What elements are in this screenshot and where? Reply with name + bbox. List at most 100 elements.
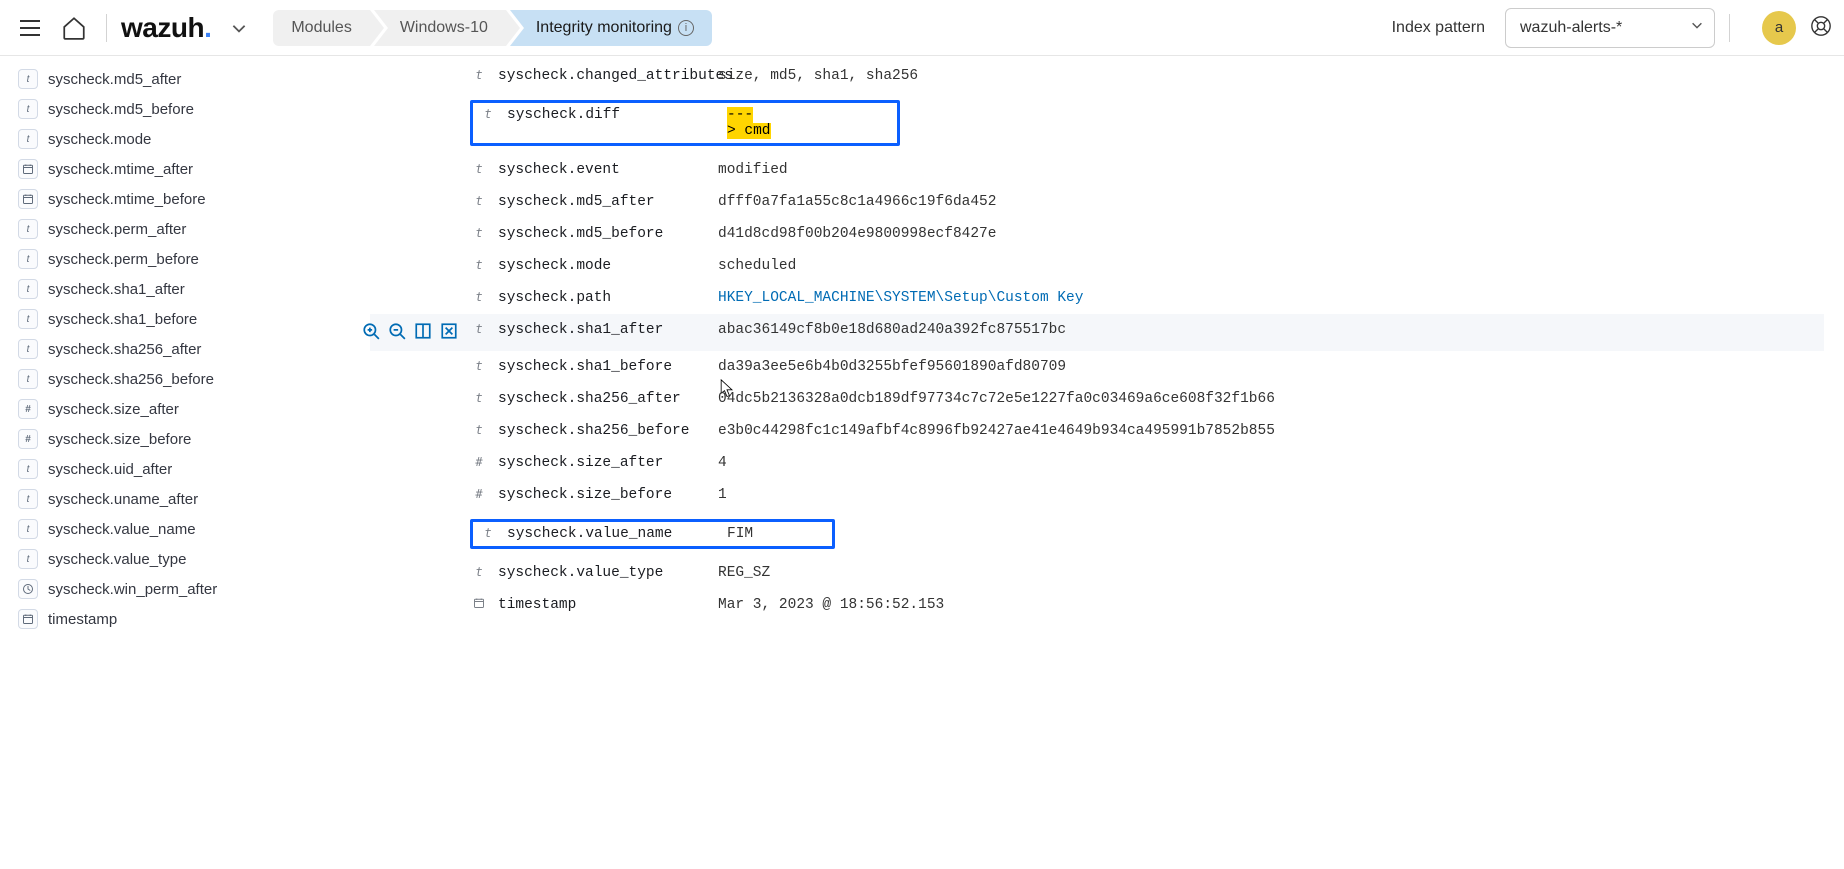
text-field-icon: t — [18, 99, 38, 119]
field-value: d41d8cd98f00b204e9800998ecf8427e — [718, 226, 996, 242]
sidebar-field-syscheck-md5-before[interactable]: t syscheck.md5_before — [14, 94, 350, 124]
text-field-icon: t — [18, 339, 38, 359]
doc-row-syscheck-value-name: tsyscheck.value_nameFIM — [370, 511, 1824, 557]
breadcrumb-agent[interactable]: Windows-10 — [374, 10, 506, 46]
field-key: syscheck.md5_before — [498, 226, 718, 242]
sidebar-field-syscheck-perm-after[interactable]: tsyscheck.perm_after — [14, 214, 350, 244]
sidebar-field-syscheck-size-after[interactable]: #syscheck.size_after — [14, 394, 350, 424]
field-value: abac36149cf8b0e18d680ad240a392fc875517bc — [718, 322, 1066, 338]
sidebar-field-syscheck-mode[interactable]: tsyscheck.mode — [14, 124, 350, 154]
field-label: syscheck.value_type — [48, 551, 186, 568]
text-type-icon: t — [470, 423, 488, 437]
text-type-icon: t — [470, 258, 488, 272]
divider — [1729, 14, 1730, 42]
doc-row-syscheck-size-after: #syscheck.size_after4 — [370, 447, 1824, 479]
text-type-icon: t — [470, 290, 488, 304]
text-field-icon: t — [18, 309, 38, 329]
sidebar-field-syscheck-sha1-before[interactable]: tsyscheck.sha1_before — [14, 304, 350, 334]
text-type-icon: t — [470, 322, 488, 336]
info-icon[interactable]: i — [678, 20, 694, 36]
sidebar-field-syscheck-perm-before[interactable]: tsyscheck.perm_before — [14, 244, 350, 274]
field-value: modified — [718, 162, 788, 178]
field-label: syscheck.sha1_after — [48, 281, 185, 298]
index-pattern-label: Index pattern — [1392, 19, 1485, 37]
field-label: syscheck.mtime_before — [48, 191, 206, 208]
field-label: syscheck.mode — [48, 131, 151, 148]
field-label: syscheck.sha256_before — [48, 371, 214, 388]
number-type-icon: # — [470, 487, 488, 501]
sidebar-field-syscheck-uid-after[interactable]: tsyscheck.uid_after — [14, 454, 350, 484]
text-type-icon: t — [470, 391, 488, 405]
doc-row-syscheck-sha256-after: tsyscheck.sha256_after04dc5b2136328a0dcb… — [370, 383, 1824, 415]
field-key: syscheck.value_name — [507, 526, 727, 542]
date-field-icon — [18, 189, 38, 209]
field-key: syscheck.event — [498, 162, 718, 178]
home-button[interactable] — [56, 10, 92, 46]
filter-exists-button[interactable] — [440, 322, 458, 343]
doc-row-syscheck-sha256-before: tsyscheck.sha256_beforee3b0c44298fc1c149… — [370, 415, 1824, 447]
sidebar-field-syscheck-value-name[interactable]: t syscheck.value_name — [14, 514, 350, 544]
sidebar-field-syscheck-mtime-before[interactable]: syscheck.mtime_before — [14, 184, 350, 214]
doc-row-syscheck-path: tsyscheck.pathHKEY_LOCAL_MACHINE\SYSTEM\… — [370, 282, 1824, 314]
field-label: syscheck.uid_after — [48, 461, 172, 478]
filter-out-value-button[interactable] — [388, 322, 406, 343]
doc-row-syscheck-md5-before: tsyscheck.md5_befored41d8cd98f00b204e980… — [370, 218, 1824, 250]
avatar[interactable]: a — [1762, 11, 1796, 45]
app-switcher-button[interactable] — [225, 14, 253, 42]
breadcrumb-label: Modules — [291, 19, 351, 37]
field-key: timestamp — [498, 597, 718, 613]
field-label: syscheck.size_after — [48, 401, 179, 418]
logo-dot: . — [204, 12, 211, 43]
sidebar-field-syscheck-size-before[interactable]: # syscheck.size_before — [14, 424, 350, 454]
hamburger-icon — [20, 20, 40, 36]
text-field-icon: t — [18, 249, 38, 269]
field-label: syscheck.value_name — [48, 521, 196, 538]
field-value: da39a3ee5e6b4b0d3255bfef95601890afd80709 — [718, 359, 1066, 375]
breadcrumb-integrity-monitoring[interactable]: Integrity monitoring i — [510, 10, 712, 46]
breadcrumb-modules[interactable]: Modules — [273, 10, 369, 46]
field-value: REG_SZ — [718, 565, 770, 581]
field-value: Mar 3, 2023 @ 18:56:52.153 — [718, 597, 944, 613]
text-type-icon: t — [470, 565, 488, 579]
sidebar-field-timestamp[interactable]: timestamp — [14, 604, 350, 634]
field-value[interactable]: HKEY_LOCAL_MACHINE\SYSTEM\Setup\Custom K… — [718, 290, 1083, 306]
number-field-icon: # — [18, 429, 38, 449]
hamburger-menu-button[interactable] — [12, 10, 48, 46]
sidebar-field-syscheck-md5-after[interactable]: tsyscheck.md5_after — [14, 64, 350, 94]
toggle-column-button[interactable] — [414, 322, 432, 343]
highlighted-field: tsyscheck.diff--- > cmd — [470, 100, 900, 146]
doc-row-syscheck-changed-attributes: tsyscheck.changed_attributessize, md5, s… — [370, 60, 1824, 92]
index-pattern-select[interactable]: wazuh-alerts-* — [1505, 8, 1715, 48]
filter-for-value-button[interactable] — [362, 322, 380, 343]
sidebar-field-syscheck-win-perm-after[interactable]: syscheck.win_perm_after — [14, 574, 350, 604]
field-value: dfff0a7fa1a55c8c1a4966c19f6da452 — [718, 194, 996, 210]
field-value: 04dc5b2136328a0dcb189df97734c7c72e5e1227… — [718, 391, 1275, 407]
clock-field-icon — [18, 579, 38, 599]
field-key: syscheck.size_after — [498, 455, 718, 471]
fields-sidebar: tsyscheck.md5_aftertsyscheck.md5_beforet… — [0, 56, 350, 661]
main: tsyscheck.md5_aftertsyscheck.md5_beforet… — [0, 56, 1844, 661]
doc-row-syscheck-event: tsyscheck.eventmodified — [370, 154, 1824, 186]
text-field-icon: t — [18, 519, 38, 539]
doc-row-syscheck-sha1-before: t syscheck.sha1_beforeda39a3ee5e6b4b0d325… — [370, 351, 1824, 383]
field-label: syscheck.md5_before — [48, 101, 194, 118]
text-type-icon: t — [470, 359, 488, 373]
doc-row-timestamp: timestampMar 3, 2023 @ 18:56:52.153 — [370, 589, 1824, 621]
field-value: FIM — [727, 526, 753, 542]
field-label: syscheck.size_before — [48, 431, 191, 448]
sidebar-field-syscheck-sha1-after[interactable]: tsyscheck.sha1_after — [14, 274, 350, 304]
sidebar-field-syscheck-sha256-before[interactable]: tsyscheck.sha256_before — [14, 364, 350, 394]
sidebar-field-syscheck-sha256-after[interactable]: tsyscheck.sha256_after — [14, 334, 350, 364]
field-label: syscheck.uname_after — [48, 491, 198, 508]
field-key: syscheck.sha1_before — [498, 359, 718, 375]
sidebar-field-syscheck-value-type[interactable]: tsyscheck.value_type — [14, 544, 350, 574]
sidebar-field-syscheck-mtime-after[interactable]: syscheck.mtime_after — [14, 154, 350, 184]
news-feed-button[interactable] — [1810, 15, 1832, 40]
number-type-icon: # — [470, 455, 488, 469]
breadcrumb-label: Integrity monitoring — [536, 19, 672, 37]
index-pattern-value: wazuh-alerts-* — [1520, 19, 1622, 37]
sidebar-field-syscheck-uname-after[interactable]: tsyscheck.uname_after — [14, 484, 350, 514]
home-icon — [61, 15, 87, 41]
logo[interactable]: wazuh. — [121, 12, 211, 44]
breadcrumb: Modules Windows-10 Integrity monitoring … — [273, 0, 712, 55]
